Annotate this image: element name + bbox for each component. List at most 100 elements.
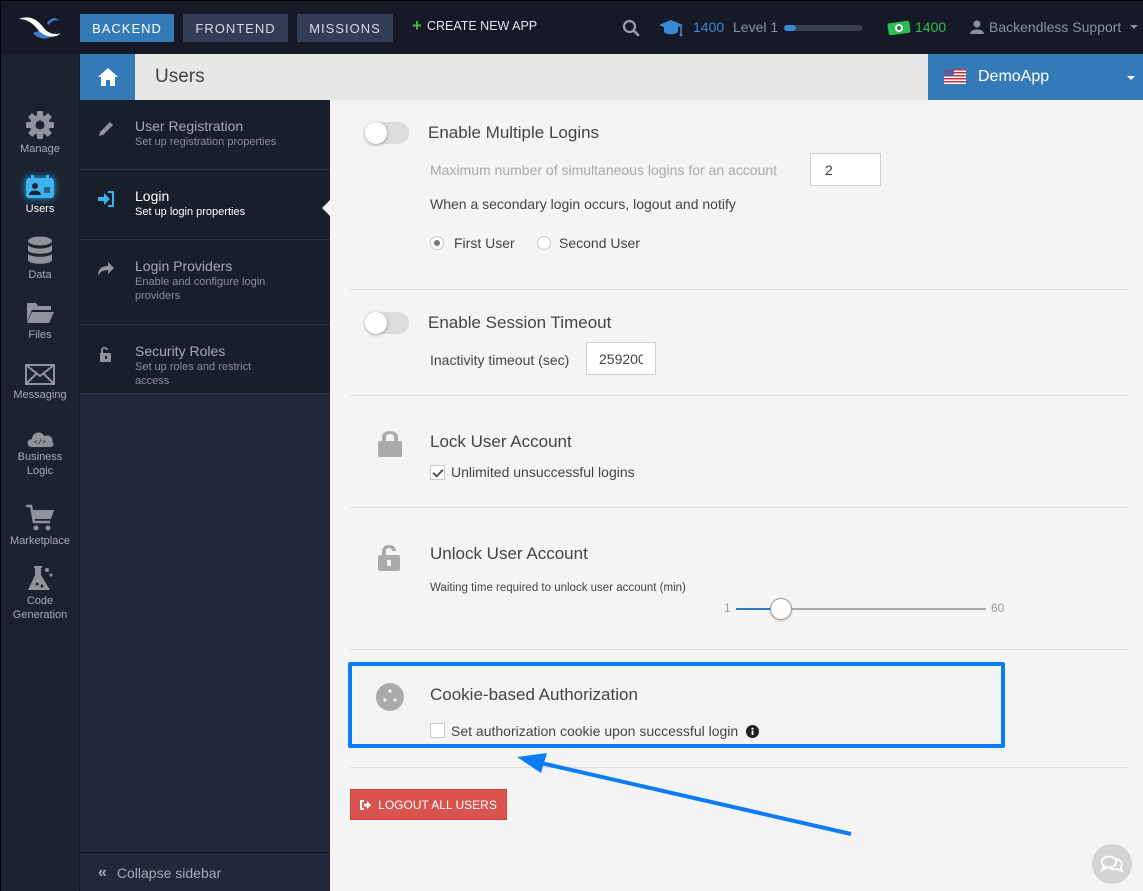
user-icon bbox=[970, 20, 984, 34]
cookie-icon bbox=[376, 683, 404, 711]
slider-handle[interactable] bbox=[770, 598, 792, 620]
home-button[interactable] bbox=[80, 54, 135, 100]
app-selector[interactable]: DemoApp bbox=[928, 54, 1143, 100]
double-chevron-left-icon: « bbox=[98, 863, 107, 881]
tab-backend[interactable]: BACKEND bbox=[80, 14, 174, 42]
subnav-item-subtitle: Set up registration properties bbox=[135, 136, 277, 148]
envelope-icon bbox=[25, 364, 55, 385]
tab-frontend[interactable]: FRONTEND bbox=[183, 14, 288, 42]
unlock-icon bbox=[378, 545, 400, 571]
login-settings-panel: Enable Multiple Logins Maximum number of… bbox=[330, 100, 1143, 891]
lock-account-title: Lock User Account bbox=[430, 432, 572, 451]
session-timeout-title: Enable Session Timeout bbox=[428, 313, 612, 332]
unlock-wait-label: Waiting time required to unlock user acc… bbox=[430, 582, 686, 594]
backendless-logo-icon[interactable] bbox=[13, 13, 65, 41]
subnav-item-login-providers[interactable]: Login Providers Enable and configure log… bbox=[80, 240, 330, 325]
home-icon bbox=[97, 68, 118, 86]
app-name: DemoApp bbox=[978, 68, 1050, 85]
top-bar: BACKEND FRONTEND MISSIONS + CREATE NEW A… bbox=[1, 1, 1143, 54]
first-user-radio[interactable] bbox=[430, 236, 444, 250]
chat-support-button[interactable] bbox=[1092, 844, 1132, 884]
rail-item-business-logic[interactable]: </> Business Logic bbox=[1, 428, 79, 478]
inactivity-timeout-label: Inactivity timeout (sec) bbox=[430, 352, 570, 368]
info-icon[interactable] bbox=[746, 725, 760, 738]
coins-count: 1400 bbox=[915, 19, 947, 35]
rail-item-users[interactable]: Users bbox=[1, 174, 79, 216]
cloud-code-icon: </> bbox=[27, 432, 54, 447]
sign-in-icon bbox=[98, 191, 114, 207]
level-label: Level 1 bbox=[733, 19, 779, 35]
database-icon bbox=[28, 236, 52, 264]
subnav-item-title: Login bbox=[135, 188, 170, 204]
folder-icon bbox=[27, 303, 54, 323]
subnav-item-user-registration[interactable]: User Registration Set up registration pr… bbox=[80, 100, 330, 170]
session-timeout-section: Enable Session Timeout Inactivity timeou… bbox=[350, 290, 1128, 396]
tab-missions[interactable]: MISSIONS bbox=[297, 14, 393, 42]
max-logins-label: Maximum number of simultaneous logins fo… bbox=[430, 162, 778, 178]
auth-cookie-checkbox[interactable] bbox=[430, 723, 445, 738]
rail-item-label: Marketplace bbox=[10, 535, 70, 547]
subnav-item-subtitle: Set up roles and restrict access bbox=[135, 361, 252, 387]
rail-item-code-generation[interactable]: Code Generation bbox=[1, 564, 79, 622]
graduation-cap-icon bbox=[659, 20, 683, 37]
svg-text:</>: </> bbox=[34, 438, 47, 446]
slider-min-label: 1 bbox=[724, 601, 731, 615]
chevron-down-icon bbox=[1130, 25, 1139, 29]
slider-max-label: 60 bbox=[991, 601, 1005, 615]
collapse-sidebar-button[interactable]: « Collapse sidebar bbox=[80, 852, 330, 891]
unlock-account-title: Unlock User Account bbox=[430, 544, 588, 563]
subnav-item-title: Security Roles bbox=[135, 343, 226, 359]
users-subnav: User Registration Set up registration pr… bbox=[80, 100, 330, 891]
create-new-app-button[interactable]: + CREATE NEW APP bbox=[412, 17, 538, 34]
multiple-logins-section: Enable Multiple Logins Maximum number of… bbox=[350, 100, 1128, 290]
rail-item-files[interactable]: Files bbox=[1, 300, 79, 342]
multiple-logins-toggle[interactable] bbox=[365, 122, 409, 144]
user-name: Backendless Support bbox=[989, 19, 1122, 35]
user-menu[interactable]: Backendless Support bbox=[970, 19, 1139, 35]
rail-item-label: Manage bbox=[20, 143, 60, 155]
lock-icon bbox=[378, 431, 402, 457]
unlimited-logins-checkbox[interactable] bbox=[430, 465, 445, 480]
second-user-label: Second User bbox=[559, 235, 640, 251]
pencil-icon bbox=[99, 122, 113, 136]
session-timeout-toggle[interactable] bbox=[365, 312, 409, 334]
unlock-wait-slider[interactable] bbox=[736, 598, 986, 620]
us-flag-icon bbox=[944, 69, 966, 84]
unlimited-logins-label: Unlimited unsuccessful logins bbox=[451, 464, 635, 480]
collapse-sidebar-label: Collapse sidebar bbox=[116, 864, 222, 881]
subnav-item-subtitle: Set up login properties bbox=[135, 206, 246, 218]
subnav-item-subtitle: Enable and configure login providers bbox=[135, 276, 266, 302]
rail-item-label: Business Logic bbox=[17, 451, 63, 477]
level-progress-bar bbox=[784, 25, 863, 31]
secondary-login-label: When a secondary login occurs, logout an… bbox=[430, 196, 736, 212]
search-icon[interactable] bbox=[622, 19, 640, 37]
unlock-account-section: Unlock User Account Waiting time require… bbox=[350, 508, 1128, 650]
subnav-item-title: Login Providers bbox=[135, 258, 233, 274]
rail-item-marketplace[interactable]: Marketplace bbox=[1, 504, 79, 548]
cookie-auth-section: Cookie-based Authorization Set authoriza… bbox=[350, 650, 1128, 768]
subnav-item-login[interactable]: Login Set up login properties bbox=[80, 170, 330, 240]
rail-item-label: Code Generation bbox=[12, 595, 68, 621]
multiple-logins-title: Enable Multiple Logins bbox=[428, 123, 600, 142]
rail-item-data[interactable]: Data bbox=[1, 236, 79, 282]
cart-icon bbox=[26, 504, 54, 531]
create-new-app-label: CREATE NEW APP bbox=[426, 19, 538, 33]
share-icon bbox=[98, 262, 114, 276]
logout-all-users-label: LOGOUT ALL USERS bbox=[378, 797, 497, 812]
sign-out-icon bbox=[360, 799, 372, 810]
money-icon bbox=[887, 20, 911, 36]
main-nav-rail: Manage Users Data Files Messaging </> Bu… bbox=[1, 54, 79, 891]
rail-item-label: Users bbox=[25, 203, 55, 215]
auth-cookie-label-row: Set authorization cookie upon successful… bbox=[451, 723, 760, 739]
inactivity-timeout-input[interactable] bbox=[586, 342, 656, 375]
rail-item-label: Files bbox=[28, 329, 52, 341]
cookie-auth-title: Cookie-based Authorization bbox=[430, 685, 638, 704]
rail-item-label: Data bbox=[28, 269, 52, 281]
logout-all-users-button[interactable]: LOGOUT ALL USERS bbox=[350, 789, 507, 820]
rail-item-manage[interactable]: Manage bbox=[1, 110, 79, 156]
max-logins-input[interactable] bbox=[810, 153, 881, 186]
subnav-item-security-roles[interactable]: Security Roles Set up roles and restrict… bbox=[80, 325, 330, 394]
second-user-radio[interactable] bbox=[537, 236, 551, 250]
unlock-icon bbox=[100, 347, 111, 362]
rail-item-messaging[interactable]: Messaging bbox=[1, 364, 79, 402]
